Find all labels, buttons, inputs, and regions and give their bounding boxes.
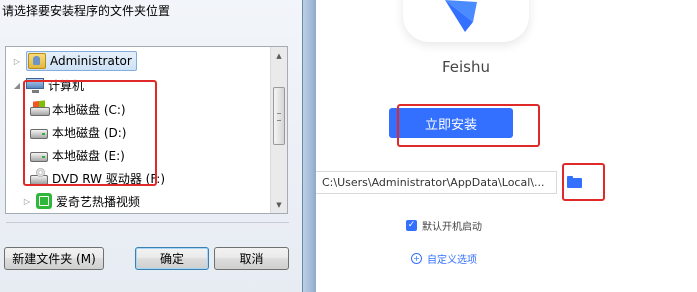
new-folder-button[interactable]: 新建文件夹 (M) [4, 247, 104, 270]
feishu-logo-icon [445, 0, 477, 32]
tree-item-label: 本地磁盘 (C:) [52, 102, 126, 117]
custom-options-link[interactable]: + 自定义选项 [411, 251, 477, 266]
scroll-up-arrow-icon[interactable]: ▲ [271, 47, 287, 64]
tree-item-label: 计算机 [48, 78, 85, 93]
ok-button[interactable]: 确定 [135, 247, 209, 270]
expand-arrow-icon[interactable]: ▷ [22, 197, 32, 206]
tree-item-drive-c[interactable]: 本地磁盘 (C:) [30, 99, 126, 119]
computer-icon [26, 78, 44, 93]
tree-item-drive-e[interactable]: 本地磁盘 (E:) [30, 145, 125, 165]
folder-tree: ▷ Administrator ◢ 计算机 本地磁盘 (C:) 本地磁盘 (D:… [5, 46, 288, 214]
autostart-option[interactable]: ✓ 默认开机启动 [406, 218, 482, 233]
tree-item-label: 爱奇艺热播视频 [56, 194, 141, 209]
scroll-down-arrow-icon[interactable]: ▼ [271, 196, 287, 213]
iqiyi-icon [36, 193, 52, 209]
dialog-window-frame [302, 0, 316, 292]
plus-circle-icon: + [411, 253, 422, 264]
tree-item-label: Administrator [50, 54, 132, 68]
tree-item-label: 本地磁盘 (D:) [52, 125, 127, 140]
dvd-drive-icon [30, 168, 48, 185]
install-path-field[interactable]: C:\Users\Administrator\AppData\Local\... [316, 171, 557, 194]
feishu-installer: Feishu 立即安装 C:\Users\Administrator\AppDa… [316, 0, 697, 292]
tree-scrollbar[interactable]: ▲ ▼ [270, 47, 287, 213]
tree-item-administrator[interactable]: ▷ Administrator [12, 51, 137, 71]
tree-item-label: DVD RW 驱动器 (F:) [52, 171, 166, 186]
scroll-thumb[interactable] [273, 87, 285, 145]
drive-icon [30, 129, 48, 139]
cancel-button[interactable]: 取消 [214, 247, 289, 270]
tree-item-iqiyi-videos[interactable]: ▷ 爱奇艺热播视频 [22, 191, 140, 211]
install-now-button[interactable]: 立即安装 [389, 108, 513, 138]
tree-item-dvd-drive[interactable]: DVD RW 驱动器 (F:) [30, 168, 165, 188]
tree-item-label: 本地磁盘 (E:) [52, 148, 125, 163]
browse-folder-icon[interactable] [567, 176, 582, 188]
app-logo [403, 0, 529, 42]
app-name: Feishu [441, 58, 491, 76]
custom-options-label: 自定义选项 [427, 255, 477, 266]
windows-drive-icon [30, 101, 50, 117]
autostart-checkbox[interactable]: ✓ [406, 220, 417, 231]
tree-item-computer[interactable]: ◢ 计算机 [12, 75, 84, 95]
user-folder-icon [28, 53, 46, 69]
autostart-label: 默认开机启动 [422, 222, 482, 233]
collapse-arrow-icon[interactable]: ◢ [12, 81, 22, 90]
tree-item-drive-d[interactable]: 本地磁盘 (D:) [30, 122, 126, 142]
folder-browser-dialog: 请选择要安装程序的文件夹位置 ▷ Administrator ◢ 计算机 本地磁… [0, 0, 316, 292]
expand-arrow-icon[interactable]: ▷ [12, 57, 22, 66]
drive-icon [30, 152, 48, 162]
divider [6, 222, 289, 225]
dialog-prompt: 请选择要安装程序的文件夹位置 [2, 4, 171, 18]
